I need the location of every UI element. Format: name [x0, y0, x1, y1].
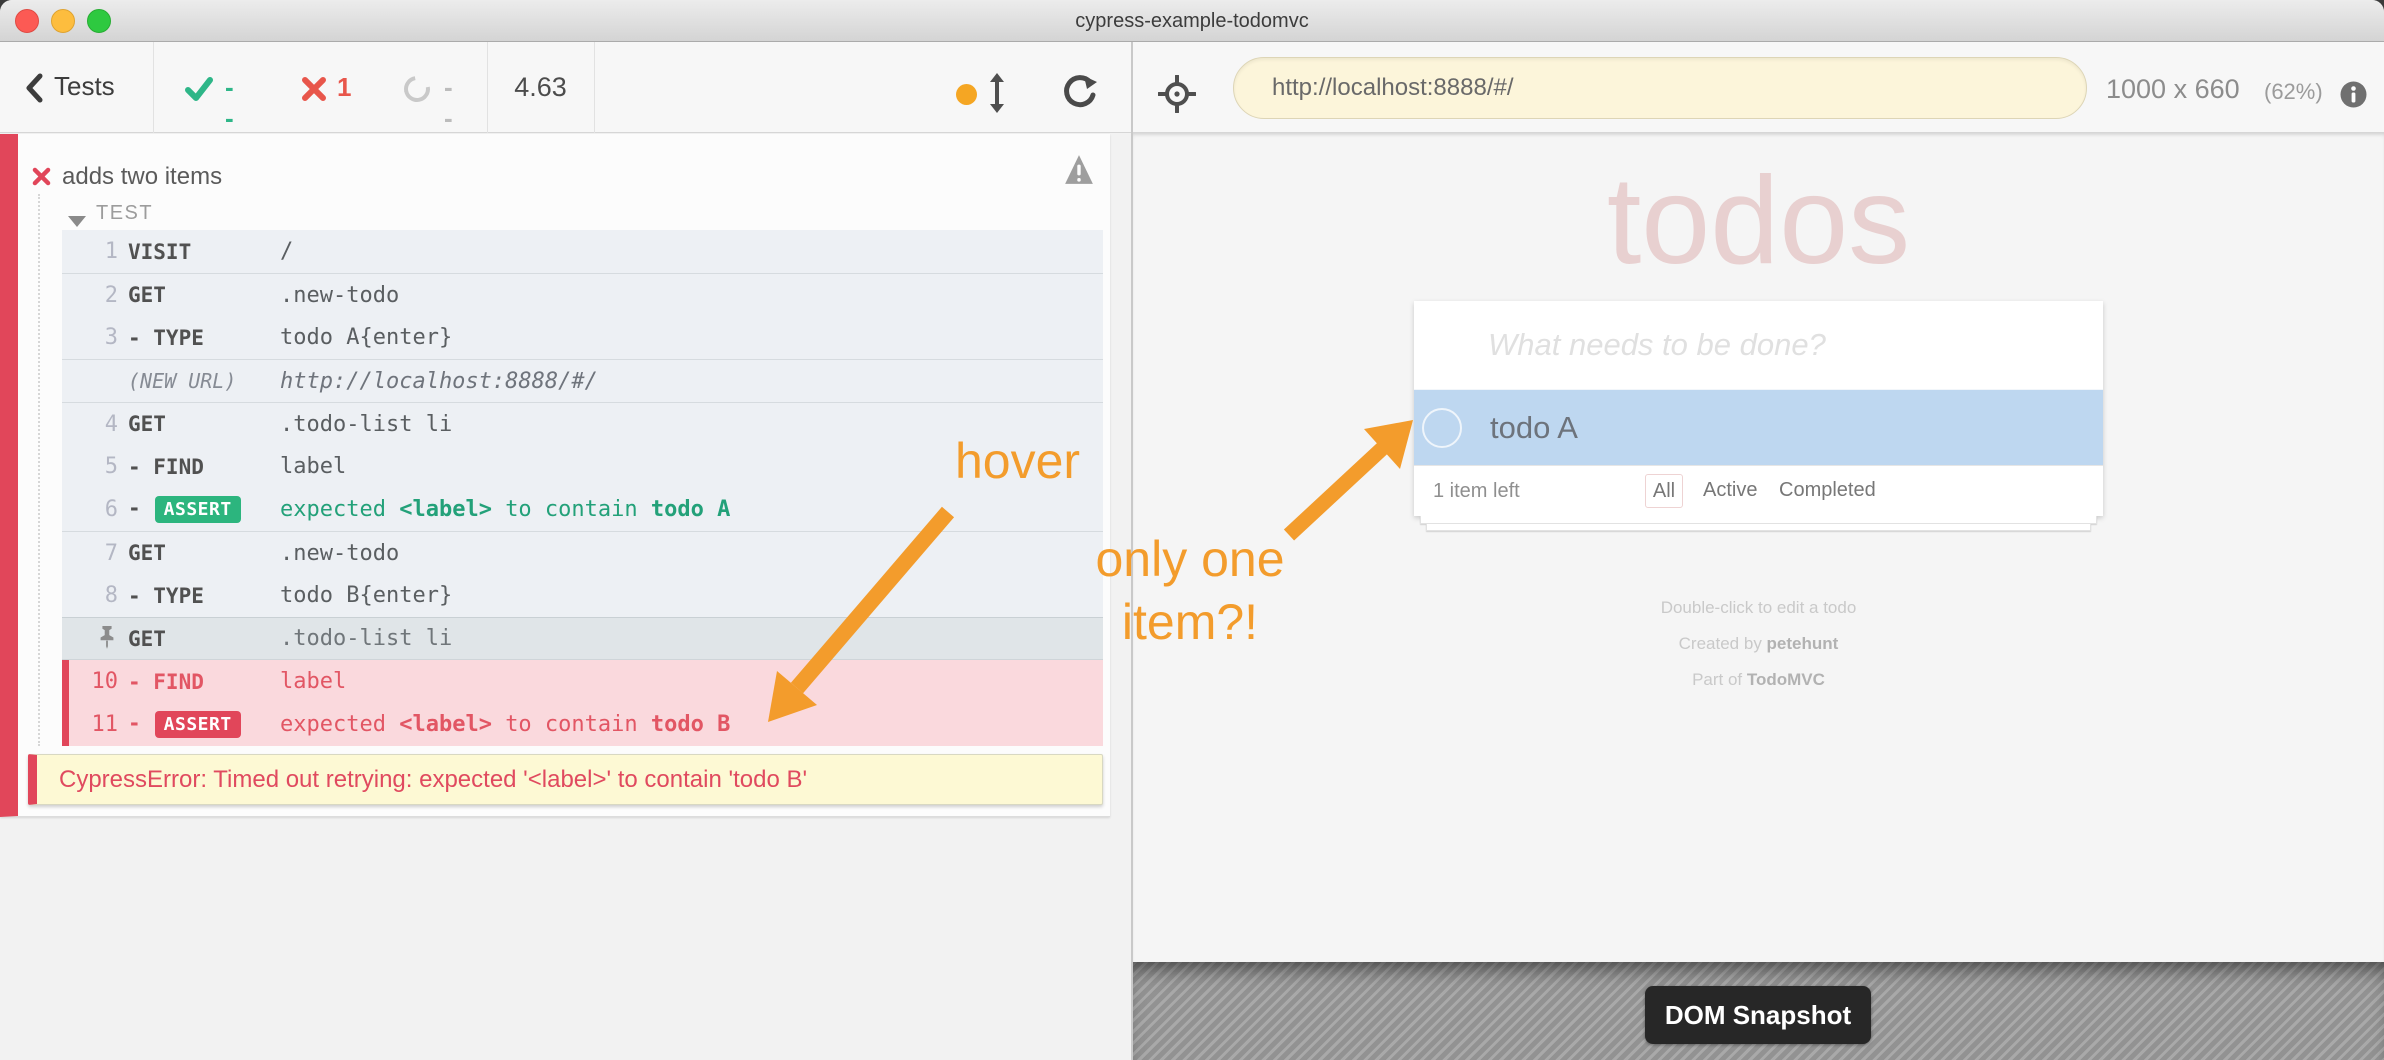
- command-row-get[interactable]: 2 GET .new-todo: [62, 273, 1103, 316]
- todo-checkbox-icon[interactable]: [1422, 408, 1462, 448]
- reporter-panel: adds two items TEST 1 VISIT / 2 GET .new…: [0, 133, 1131, 1060]
- filter-completed[interactable]: Completed: [1779, 474, 1876, 508]
- cypress-runner-window: cypress-example-todomvc Tests -- 1 -- 4.…: [0, 0, 2384, 1060]
- auto-scrolling-indicator-icon[interactable]: [956, 84, 977, 105]
- filter-active[interactable]: Active: [1703, 474, 1757, 508]
- x-icon: [301, 76, 327, 102]
- annotation-only-one-item: only one item?!: [1072, 528, 1308, 654]
- viewport-size: 1000 x 660: [2106, 74, 2240, 105]
- command-row-assert-passed[interactable]: 6 -ASSERT expected <label> to contain to…: [62, 488, 1103, 531]
- test-title[interactable]: adds two items: [62, 160, 222, 194]
- failed-test-block: adds two items TEST 1 VISIT / 2 GET .new…: [0, 134, 1110, 817]
- filter-all[interactable]: All: [1645, 474, 1683, 508]
- card-stack-decoration: [1420, 516, 2097, 524]
- todomvc-link[interactable]: TodoMVC: [1747, 670, 1825, 689]
- command-row-get-pinned[interactable]: GET .todo-list li: [62, 617, 1103, 660]
- refresh-icon[interactable]: [1062, 73, 1098, 109]
- todo-app-card: What needs to be done? todo A 1 item lef…: [1414, 301, 2103, 516]
- pin-icon[interactable]: [96, 625, 118, 649]
- warning-triangle-icon: [1064, 154, 1094, 186]
- toolbar-divider: [153, 42, 154, 133]
- window-title: cypress-example-todomvc: [0, 0, 2384, 42]
- test-failed-icon: [32, 167, 51, 186]
- todo-item-row-highlighted[interactable]: todo A: [1414, 389, 2103, 465]
- assert-badge-passed: ASSERT: [155, 496, 241, 523]
- new-todo-input[interactable]: What needs to be done?: [1414, 301, 2103, 389]
- app-preview-panel: todos What needs to be done? todo A 1 it…: [1133, 133, 2384, 962]
- todo-card-footer: 1 item left All Active Completed: [1414, 465, 2103, 516]
- viewport-info-icon[interactable]: [2340, 81, 2367, 108]
- url-input[interactable]: http://localhost:8888/#/: [1233, 57, 2087, 119]
- command-row-visit[interactable]: 1 VISIT /: [62, 230, 1103, 273]
- items-left-count: 1 item left: [1433, 466, 1520, 516]
- dom-snapshot-button[interactable]: DOM Snapshot: [1645, 986, 1871, 1044]
- command-row-type[interactable]: 8 - TYPE todo B{enter}: [62, 574, 1103, 617]
- command-row-find-failed[interactable]: 10 - FIND label: [62, 660, 1103, 703]
- command-row-type[interactable]: 3 - TYPE todo A{enter}: [62, 316, 1103, 359]
- hierarchy-indent-line: [38, 194, 40, 746]
- check-icon: [185, 75, 213, 103]
- toolbar-divider: [594, 42, 595, 133]
- snapshot-stripe-area: DOM Snapshot: [1133, 962, 2384, 1060]
- passed-count: --: [225, 72, 234, 134]
- command-row-new-url[interactable]: (NEW URL) http://localhost:8888/#/: [62, 359, 1103, 402]
- back-label: Tests: [54, 71, 115, 102]
- viewport-zoom: (62%): [2264, 79, 2323, 105]
- titlebar: cypress-example-todomvc: [0, 0, 2384, 42]
- collapse-triangle-icon[interactable]: [68, 216, 86, 227]
- assert-badge-failed: ASSERT: [155, 711, 241, 738]
- app-footer-credit: Created by petehunt: [1414, 634, 2103, 654]
- command-row-get[interactable]: 4 GET .todo-list li: [62, 402, 1103, 445]
- app-footer-brand: Part of TodoMVC: [1414, 670, 2103, 690]
- pending-count: --: [444, 72, 453, 134]
- command-row-get[interactable]: 7 GET .new-todo: [62, 531, 1103, 574]
- card-stack-decoration: [1426, 524, 2091, 531]
- command-row-find[interactable]: 5 - FIND label: [62, 445, 1103, 488]
- app-footer-hint: Double-click to edit a todo: [1414, 598, 2103, 618]
- chevron-left-icon: [24, 73, 44, 103]
- todo-item-label[interactable]: todo A: [1490, 390, 1578, 466]
- test-duration: 4.63: [487, 42, 594, 133]
- cypress-error-message[interactable]: CypressError: Timed out retrying: expect…: [28, 754, 1103, 805]
- annotation-hover: hover: [955, 432, 1080, 490]
- selector-playground-icon[interactable]: [1158, 75, 1196, 113]
- todos-heading: todos: [1414, 147, 2103, 296]
- command-row-assert-failed[interactable]: 11 -ASSERT expected <label> to contain t…: [62, 703, 1103, 746]
- failed-count: 1: [337, 72, 351, 103]
- author-link[interactable]: petehunt: [1767, 634, 1839, 653]
- command-log: 1 VISIT / 2 GET .new-todo 3 - TYPE todo …: [62, 230, 1103, 746]
- attempt-section-label[interactable]: TEST: [96, 202, 153, 225]
- scroll-up-down-icon[interactable]: [988, 73, 1006, 113]
